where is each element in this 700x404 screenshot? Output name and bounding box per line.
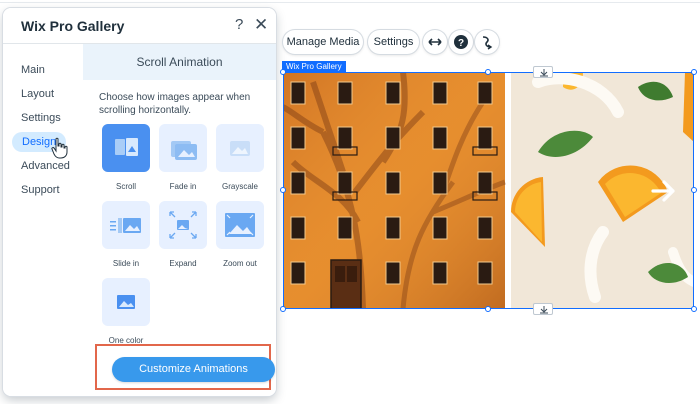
expand-animation-icon [169,211,197,239]
stretch-button[interactable] [423,30,447,54]
animation-label-expand: Expand [169,259,197,268]
animation-option-grayscale[interactable] [216,124,264,172]
animation-option-slide-in[interactable] [102,201,150,249]
panel-help-button[interactable]: ? [235,16,243,33]
resize-handle-top[interactable] [485,69,491,75]
animation-label-zoom-out: Zoom out [223,259,257,268]
sidebar-item-layout[interactable]: Layout [21,88,54,100]
sidebar-item-settings[interactable]: Settings [21,112,61,124]
bottom-stretch-tab[interactable] [533,303,553,315]
hand-cursor-icon [51,137,68,159]
grayscale-animation-icon [230,141,250,156]
manage-media-button[interactable]: Manage Media [283,30,363,54]
animation-option-one-color[interactable] [102,278,150,326]
animation-option-zoom-out[interactable] [216,201,264,249]
settings-button[interactable]: Settings [368,30,419,54]
animation-icon [482,36,493,50]
editor-ruler-line [0,2,700,3]
gallery-images [283,72,694,309]
slide-in-animation-icon [110,218,141,233]
section-description: Choose how images appear when scrolling … [99,92,251,116]
download-icon [540,306,548,314]
sidebar-item-advanced[interactable]: Advanced [21,160,70,172]
animation-label-scroll: Scroll [115,182,136,191]
scroll-animation-icon [115,138,138,156]
stretch-arrows-icon [428,38,442,46]
section-header: Scroll Animation [83,44,276,81]
resize-handle-right[interactable] [691,187,697,193]
animation-option-expand[interactable] [159,201,207,249]
svg-text:?: ? [458,38,464,49]
one-color-animation-icon [117,295,135,309]
resize-handle-left[interactable] [280,187,286,193]
panel-close-button[interactable]: ✕ [254,15,268,35]
resize-handle-top-left[interactable] [280,69,286,75]
panel-sidebar: Main Layout Settings Design Advanced Sup… [3,44,83,396]
panel-title: Wix Pro Gallery [21,18,125,34]
gallery-preview[interactable] [283,72,694,309]
sidebar-item-support[interactable]: Support [21,184,60,196]
sidebar-item-main[interactable]: Main [21,64,45,76]
gallery-tag: Wix Pro Gallery [282,61,346,72]
resize-handle-bottom[interactable] [485,306,491,312]
panel-header[interactable]: Wix Pro Gallery ? ✕ [3,8,276,44]
download-icon [540,69,548,77]
resize-handle-bottom-left[interactable] [280,306,286,312]
animation-label-fade-in: Fade in [169,182,197,191]
help-circle-icon: ? [454,35,468,49]
resize-handle-bottom-right[interactable] [691,306,697,312]
animation-option-fade-in[interactable] [159,124,207,172]
arrow-right-icon[interactable] [649,176,679,206]
zoom-out-animation-icon [225,213,255,237]
animation-label-slide-in: Slide in [112,259,140,268]
gallery-settings-panel: Wix Pro Gallery ? ✕ Main Layout Settings… [3,8,276,396]
top-stretch-tab[interactable] [533,66,553,78]
resize-handle-top-right[interactable] [691,69,697,75]
animation-option-scroll[interactable] [102,124,150,172]
section-title: Scroll Animation [136,55,223,69]
customize-animations-button[interactable]: Customize Animations [112,357,275,382]
animation-button[interactable] [475,30,499,54]
animation-label-grayscale: Grayscale [221,182,258,191]
fade-in-animation-icon [171,141,197,160]
help-button[interactable]: ? [449,30,473,54]
